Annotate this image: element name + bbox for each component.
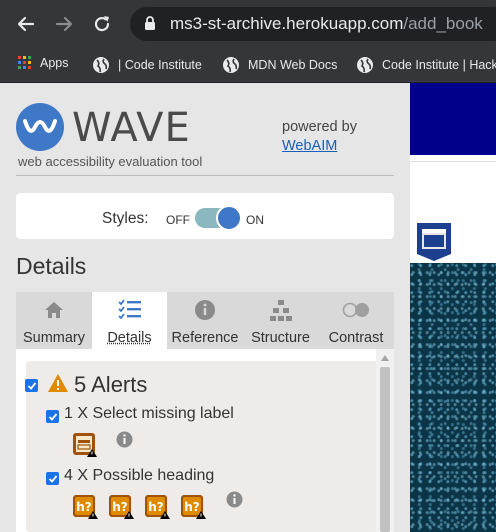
scrollbar-thumb[interactable]: [380, 367, 390, 532]
bookmark-mdn[interactable]: MDN Web Docs: [222, 56, 337, 74]
wave-brand: WAVE: [72, 105, 191, 151]
divider: [16, 175, 394, 176]
wave-tagline: web accessibility evaluation tool: [18, 154, 203, 169]
reload-icon: [94, 16, 110, 32]
alerts-checkbox[interactable]: [25, 379, 38, 392]
alert-warning-icon: [48, 374, 68, 392]
info-icon[interactable]: [226, 491, 243, 508]
lock-icon: [145, 16, 155, 30]
select-missing-label-icon[interactable]: [72, 432, 98, 458]
arrow-right-icon: [55, 16, 73, 32]
possible-heading-icon[interactable]: h?: [180, 494, 208, 520]
info-icon: [195, 300, 215, 320]
back-button[interactable]: [14, 12, 38, 36]
tab-contrast[interactable]: Contrast: [318, 292, 394, 349]
wave-structure-marker-icon[interactable]: [416, 222, 452, 262]
powered-by-text: powered by: [282, 119, 357, 135]
address-bar[interactable]: ms3-st-archive.herokuapp.com/add_book: [130, 7, 496, 41]
styles-toggle-knob[interactable]: [216, 205, 242, 231]
select-missing-label-checkbox[interactable]: [46, 410, 59, 423]
list-icon: [117, 299, 141, 320]
globe-icon: [357, 57, 373, 73]
tab-details[interactable]: Details: [92, 292, 167, 349]
globe-icon: [93, 57, 109, 73]
tab-reference[interactable]: Reference: [167, 292, 243, 349]
tab-label: Details: [107, 330, 152, 346]
wave-logo-icon: [16, 103, 64, 151]
alerts-title: 5 Alerts: [74, 372, 148, 397]
bookmark-label: | Code Institute: [118, 58, 202, 72]
check-icon: [48, 412, 57, 421]
globe-icon: [223, 57, 239, 73]
svg-text:h?: h?: [112, 500, 128, 514]
possible-heading-text: 4 X Possible heading: [64, 467, 215, 484]
info-icon[interactable]: [116, 431, 133, 448]
styles-toggle-box: Styles: OFF ON: [16, 193, 394, 239]
scroll-up-icon[interactable]: [381, 355, 389, 361]
svg-text:h?: h?: [76, 500, 92, 514]
page-navbar: [410, 83, 496, 155]
bookmark-code-institute[interactable]: | Code Institute: [92, 56, 202, 74]
styles-off-label: OFF: [166, 213, 190, 227]
apps-grid-icon: [18, 56, 31, 69]
wave-panel: WAVE web accessibility evaluation tool p…: [0, 83, 410, 532]
section-title: Details: [16, 253, 87, 279]
webaim-link[interactable]: WebAIM: [282, 138, 337, 154]
details-scrollbar[interactable]: [376, 349, 394, 532]
details-content: 5 Alerts 1 X Select missing label 4 X Po…: [16, 349, 394, 532]
hierarchy-icon: [269, 300, 292, 321]
divider: [410, 161, 496, 162]
tab-label: Reference: [171, 330, 239, 346]
forward-button[interactable]: [52, 12, 76, 36]
tab-label: Summary: [22, 330, 86, 346]
bookmark-label: Apps: [40, 56, 69, 70]
url-path: /add_book: [403, 14, 483, 33]
contrast-icon: [342, 302, 369, 318]
bookmarks-bar: Apps | Code Institute MDN Web Docs Code …: [0, 48, 496, 82]
styles-label: Styles:: [102, 210, 149, 227]
reload-button[interactable]: [90, 12, 114, 36]
svg-text:h?: h?: [184, 500, 200, 514]
bookmark-code-institute-hackathon[interactable]: Code Institute | Hacka: [356, 56, 496, 74]
url-text: ms3-st-archive.herokuapp.com/add_book: [170, 14, 483, 34]
url-host: ms3-st-archive.herokuapp.com: [170, 14, 404, 33]
possible-heading-icon[interactable]: h?: [144, 494, 172, 520]
tab-summary[interactable]: Summary: [16, 292, 92, 349]
bookmark-apps[interactable]: Apps: [18, 56, 69, 70]
select-missing-label-text: 1 X Select missing label: [64, 405, 234, 422]
tab-label: Structure: [251, 330, 310, 346]
bookmark-label: Code Institute | Hacka: [382, 58, 496, 72]
arrow-left-icon: [17, 16, 35, 32]
wave-tabs: Summary Details Reference Structure Cont: [16, 292, 394, 349]
alerts-panel: 5 Alerts 1 X Select missing label 4 X Po…: [25, 361, 379, 532]
check-icon: [27, 381, 36, 390]
home-icon: [45, 302, 63, 318]
check-icon: [48, 474, 57, 483]
styles-on-label: ON: [246, 213, 264, 227]
page-hero-image: [410, 263, 496, 532]
tab-label: Contrast: [328, 330, 384, 346]
possible-heading-checkbox[interactable]: [46, 472, 59, 485]
page-preview: [410, 83, 496, 532]
bookmark-label: MDN Web Docs: [248, 58, 338, 72]
svg-text:h?: h?: [148, 500, 164, 514]
possible-heading-icon[interactable]: h?: [108, 494, 136, 520]
browser-toolbar: ms3-st-archive.herokuapp.com/add_book: [0, 0, 496, 48]
tab-structure[interactable]: Structure: [243, 292, 318, 349]
possible-heading-icon[interactable]: h?: [72, 494, 100, 520]
